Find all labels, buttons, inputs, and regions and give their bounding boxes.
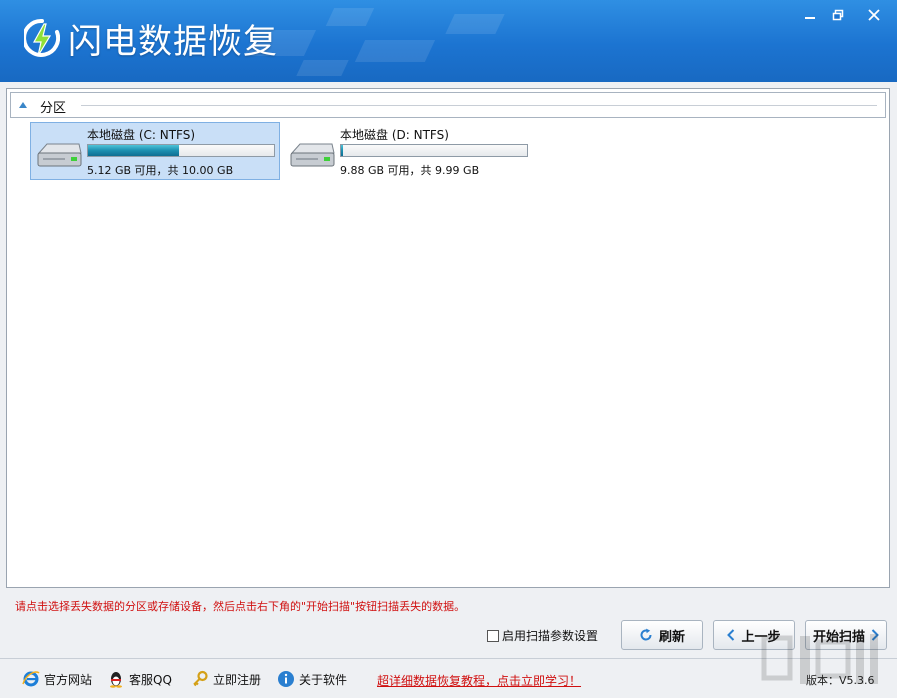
refresh-icon	[640, 628, 652, 641]
title-bar-decoration	[325, 8, 375, 26]
collapse-triangle-icon[interactable]	[19, 102, 27, 108]
chevron-left-icon	[727, 629, 735, 641]
qq-penguin-icon	[110, 672, 122, 688]
checkbox-icon[interactable]	[487, 629, 499, 642]
close-icon	[868, 9, 880, 21]
section-divider	[81, 105, 877, 106]
hard-drive-icon	[37, 143, 82, 167]
official-website-link[interactable]: 官方网站	[22, 670, 92, 688]
lightning-logo-icon	[24, 18, 60, 57]
partition-item-d[interactable]: 本地磁盘 (D: NTFS) 9.88 GB 可用，共 9.99 GB	[283, 122, 533, 180]
refresh-button[interactable]: 刷新	[621, 620, 703, 650]
hard-drive-icon	[290, 143, 335, 167]
version-label: 版本：V5.3.6	[806, 674, 875, 687]
register-label: 立即注册	[213, 672, 262, 687]
usage-bar	[340, 144, 528, 157]
partition-section-header[interactable]: 分区	[10, 92, 886, 118]
minimize-button[interactable]	[798, 5, 822, 25]
support-qq-link[interactable]: 客服QQ	[107, 670, 172, 688]
title-bar: 闪电数据恢复	[0, 0, 897, 82]
tutorial-link[interactable]: 超详细数据恢复教程，点击立即学习！	[377, 672, 581, 689]
refresh-label: 刷新	[658, 629, 685, 645]
partition-item-c[interactable]: 本地磁盘 (C: NTFS) 5.12 GB 可用，共 10.00 GB	[30, 122, 280, 180]
close-button[interactable]	[862, 5, 886, 25]
usage-bar-fill	[88, 145, 179, 156]
partition-info: 9.88 GB 可用，共 9.99 GB	[340, 164, 480, 177]
scan-settings-label: 启用扫描参数设置	[502, 629, 599, 643]
app-title: 闪电数据恢复	[68, 22, 278, 62]
about-software-link[interactable]: 关于软件	[277, 670, 347, 688]
instruction-hint: 请点击选择丢失数据的分区或存储设备，然后点击右下角的"开始扫描"按钮扫描丢失的数…	[15, 600, 466, 613]
register-link[interactable]: 立即注册	[191, 670, 261, 688]
official-website-label: 官方网站	[44, 672, 93, 687]
partition-name: 本地磁盘 (C: NTFS)	[87, 128, 196, 142]
info-icon	[278, 671, 294, 687]
partition-panel: 分区 本地磁盘 (C: NTFS) 5.12 GB 可用，共 10.00 GB …	[6, 88, 890, 588]
key-icon	[193, 670, 208, 687]
partition-info: 5.12 GB 可用，共 10.00 GB	[87, 164, 234, 177]
title-bar-decoration	[445, 14, 505, 34]
section-label: 分区	[40, 101, 67, 116]
about-software-label: 关于软件	[299, 672, 348, 687]
partition-name: 本地磁盘 (D: NTFS)	[340, 128, 449, 142]
title-bar-decoration	[296, 60, 349, 76]
internet-explorer-icon	[22, 671, 40, 687]
scan-settings-checkbox[interactable]: 启用扫描参数设置	[487, 627, 598, 644]
usage-bar-fill	[341, 145, 344, 156]
usage-bar	[87, 144, 275, 157]
title-bar-decoration	[354, 40, 436, 62]
restore-button[interactable]	[826, 5, 850, 25]
support-qq-label: 客服QQ	[129, 672, 172, 687]
minimize-icon	[805, 17, 815, 19]
restore-icon	[832, 9, 844, 21]
